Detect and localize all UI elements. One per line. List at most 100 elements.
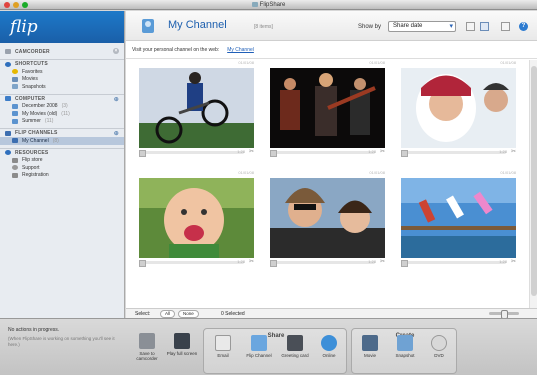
list-view-icon[interactable] [466,22,475,31]
section-camcorder[interactable]: CAMCORDER × [0,47,124,56]
trim-slider[interactable] [139,150,244,157]
vertical-scrollbar[interactable] [529,60,537,308]
greeting-card-button[interactable]: Greeting card [278,335,312,358]
sidebar-item-december-2008[interactable]: December 2008 (3) [0,103,124,111]
section-label: COMPUTER [15,95,46,102]
channel-icon [12,138,18,144]
section-resources[interactable]: RESOURCES [0,147,124,157]
play-full-screen-button[interactable]: Play full screen [165,333,199,356]
page-title: My Channel [168,19,227,31]
trim-slider[interactable] [401,150,506,157]
window-titlebar: FlipShare [0,0,537,10]
email-icon [215,335,231,351]
sidebar-item-label: Favorites [22,68,43,75]
thumb-date: 01/01/08 [238,170,254,175]
video-thumb-3[interactable]: 01/01/08 1:28 ✂ [401,60,516,157]
trim-slider[interactable] [270,260,375,267]
select-none-button[interactable]: None [178,310,199,318]
save-to-camcorder-button[interactable]: Save to camcorder [130,333,164,361]
select-all-button[interactable]: All [160,310,176,318]
thumb-date: 01/01/08 [500,170,516,175]
eject-icon[interactable]: × [113,48,119,54]
resources-icon [5,150,11,155]
main-panel: My Channel [8 items] Show by Share date … [126,11,537,319]
thumbnail-grid: 01/01/08 1:28 ✂ 01/01/08 1:28 ✂ 01/01/08… [126,60,529,308]
thumbnail-size-slider[interactable] [489,310,519,319]
preview-view-icon[interactable] [501,22,510,31]
trim-slider[interactable] [270,150,375,157]
add-channel-icon[interactable]: ⊕ [114,130,119,137]
sidebar-item-summer[interactable]: Summer (11) [0,118,124,126]
trim-slider[interactable] [139,260,244,267]
camcorder-icon [5,49,11,54]
snow-kids-photo [401,68,516,148]
video-thumb-4[interactable]: 01/01/08 1:28 ✂ [139,170,254,267]
sidebar-item-snapshots[interactable]: Snapshots [0,83,124,91]
video-thumb-6[interactable]: 01/01/08 1:28 ✂ [401,170,516,267]
sidebar-item-flip-store[interactable]: Flip store [0,157,124,165]
scissors-icon[interactable]: ✂ [380,148,385,155]
status-text: No actions in progress. [8,327,60,333]
thumb-duration: 1:28 [368,149,376,154]
sidebar-item-my-movies-old[interactable]: My Movies (old) (11) [0,110,124,118]
sidebar-item-my-channel[interactable]: My Channel (8) [0,137,124,145]
fullscreen-icon [174,333,190,349]
video-thumb-1[interactable]: 01/01/08 1:28 ✂ [139,60,254,157]
sidebar-item-label: Summer [22,118,41,125]
bottom-toolbar: No actions in progress. (When FlipShare … [0,318,537,375]
globe-icon [321,335,337,351]
flip-channel-icon [251,335,267,351]
sidebar-item-movies[interactable]: Movies [0,76,124,84]
close-window-button[interactable] [4,2,10,8]
scissors-icon[interactable]: ✂ [380,258,385,265]
thumb-duration: 1:28 [499,149,507,154]
section-computer[interactable]: COMPUTER ⊕ [0,93,124,103]
email-button[interactable]: Email [206,335,240,358]
flip-logo: flip [10,17,38,37]
scissors-icon[interactable]: ✂ [249,148,254,155]
minimize-window-button[interactable] [13,2,19,8]
trim-slider[interactable] [401,260,506,267]
snapshot-button[interactable]: Snapshot [388,335,422,358]
add-folder-icon[interactable]: ⊕ [114,96,119,103]
flip-channel-button[interactable]: Flip Channel [242,335,276,358]
sidebar-item-label: Support [22,164,40,171]
sidebar-item-registration[interactable]: Registration [0,172,124,180]
baby-photo [139,178,254,258]
scissors-icon[interactable]: ✂ [511,148,516,155]
sidebar-item-label: Flip store [22,157,43,164]
thumb-duration: 1:28 [237,259,245,264]
computer-icon [5,96,11,101]
window-controls [4,2,28,8]
my-channel-link[interactable]: My Channel [227,47,254,53]
section-flip-channels[interactable]: FLIP CHANNELS ⊕ [0,128,124,137]
shortcuts-icon [5,61,11,67]
movie-button[interactable]: Movie [353,335,387,358]
zoom-window-button[interactable] [22,2,28,8]
video-thumb-2[interactable]: 01/01/08 1:28 ✂ [270,60,385,157]
online-button[interactable]: Online [312,335,346,358]
scroll-thumb[interactable] [531,66,537,296]
dvd-icon [431,335,447,351]
tool-label: Play full screen [166,351,198,356]
sidebar-item-support[interactable]: Support [0,164,124,172]
scissors-icon[interactable]: ✂ [511,258,516,265]
tool-label: Movie [363,353,376,358]
thumb-date: 01/01/08 [369,60,385,65]
video-thumb-5[interactable]: 01/01/08 1:28 ✂ [270,170,385,267]
cart-icon [12,157,18,163]
help-icon[interactable]: ? [519,22,528,31]
sidebar-item-favorites[interactable]: Favorites [0,68,124,76]
snapshot-icon [12,84,18,90]
folder-icon [12,103,18,109]
show-by-select[interactable]: Share date [388,21,456,32]
share-group: Share Email Flip Channel Greeting card O… [203,328,347,374]
section-shortcuts[interactable]: SHORTCUTS [0,59,124,68]
sidebar-item-label: Movies [22,76,38,83]
dvd-button[interactable]: DVD [422,335,456,358]
grid-view-icon[interactable] [480,22,489,31]
section-label: CAMCORDER [15,48,50,55]
support-icon [12,165,18,171]
scissors-icon[interactable]: ✂ [249,258,254,265]
item-count: (8) [52,137,59,144]
